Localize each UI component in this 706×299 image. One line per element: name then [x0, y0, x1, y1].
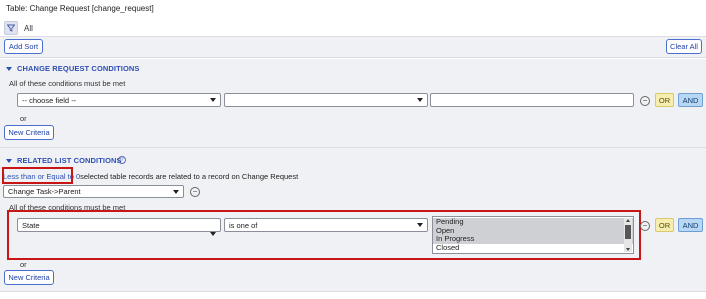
cr-or-button[interactable]: OR	[655, 93, 674, 107]
highlight-box-quantifier	[2, 167, 73, 184]
related-or-button[interactable]: OR	[655, 218, 674, 232]
cr-new-criteria-button[interactable]: New Criteria	[4, 125, 54, 140]
minus-circle-icon[interactable]: −	[640, 221, 650, 231]
cr-value-input[interactable]	[430, 93, 634, 107]
change-request-conditions-heading[interactable]: CHANGE REQUEST CONDITIONS	[6, 64, 140, 73]
related-new-criteria-button[interactable]: New Criteria	[4, 270, 54, 285]
relationship-select[interactable]: Change Task->Parent	[3, 185, 184, 198]
triangle-down-icon	[6, 67, 12, 72]
highlight-box-condition	[7, 210, 641, 260]
cr-conditions-subtitle: All of these conditions must be met	[9, 79, 126, 88]
page-title: Table: Change Request [change_request]	[6, 4, 154, 13]
breadcrumb-all[interactable]: All	[24, 24, 33, 33]
section-divider	[0, 291, 706, 292]
related-description: selected table records are related to a …	[80, 172, 299, 181]
cr-field-select[interactable]: -- choose field --	[17, 93, 221, 107]
cr-operator-select[interactable]	[224, 93, 428, 107]
chevron-down-icon	[417, 98, 423, 102]
chevron-down-icon	[210, 98, 216, 102]
chevron-down-icon	[173, 189, 179, 194]
related-or-separator: or	[20, 260, 27, 269]
cr-and-button[interactable]: AND	[678, 93, 703, 107]
related-and-button[interactable]: AND	[678, 218, 703, 232]
triangle-down-icon	[6, 159, 12, 164]
filter-breadcrumb-row	[0, 18, 706, 36]
minus-circle-icon[interactable]: −	[640, 96, 650, 106]
help-icon[interactable]: ?	[118, 156, 126, 164]
clear-all-button[interactable]: Clear All	[666, 39, 702, 54]
minus-circle-icon[interactable]: −	[190, 187, 200, 197]
sort-toolbar	[0, 36, 706, 58]
related-list-conditions-heading[interactable]: RELATED LIST CONDITIONS	[6, 156, 122, 165]
add-sort-button[interactable]: Add Sort	[4, 39, 43, 54]
cr-or-separator: or	[20, 114, 27, 123]
funnel-icon[interactable]	[4, 21, 18, 35]
